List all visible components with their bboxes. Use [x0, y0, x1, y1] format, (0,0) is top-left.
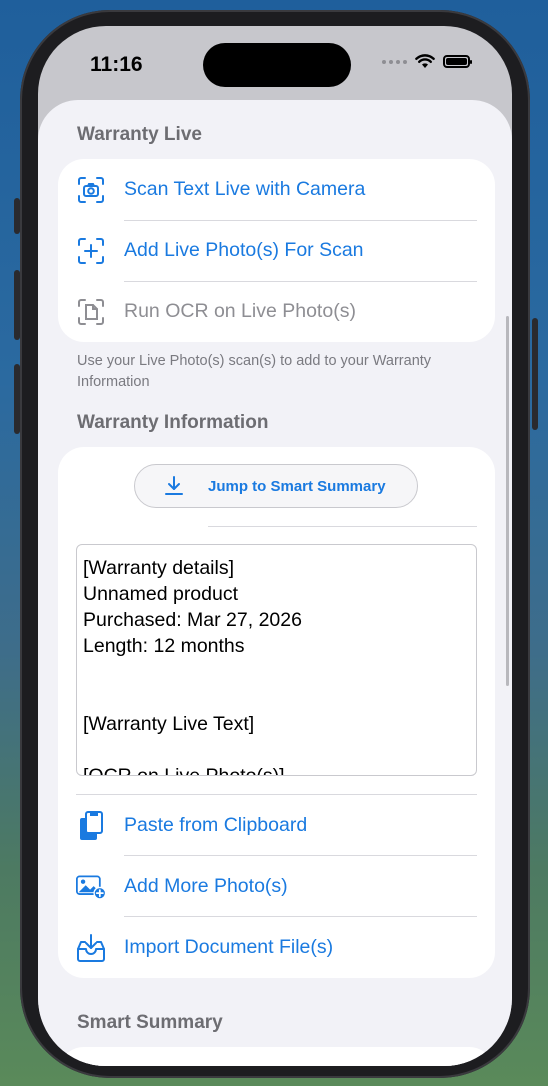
wifi-icon [415, 54, 435, 68]
run-ocr-button[interactable]: Run OCR on Live Photo(s) [58, 281, 495, 342]
screen: 11:16 Warranty Live Scan Text Live with … [38, 26, 512, 1066]
scan-text-live-label: Scan Text Live with Camera [124, 178, 366, 200]
jump-to-smart-summary-button[interactable]: Jump to Smart Summary [134, 464, 418, 508]
cellular-signal-icon [382, 59, 407, 64]
paste-from-clipboard-button[interactable]: Paste from Clipboard [58, 795, 495, 856]
section-header-warranty-live: Warranty Live [77, 124, 202, 145]
import-document-button[interactable]: Import Document File(s) [58, 917, 495, 978]
add-live-photo-button[interactable]: Add Live Photo(s) For Scan [58, 220, 495, 281]
volume-down-button [14, 364, 20, 434]
add-live-photo-label: Add Live Photo(s) For Scan [124, 239, 364, 261]
power-button [532, 318, 538, 430]
dynamic-island [203, 43, 351, 87]
clipboard-icon [76, 810, 106, 841]
import-document-label: Import Document File(s) [124, 936, 334, 958]
scrollbar[interactable] [506, 316, 509, 686]
warranty-live-footer: Use your Live Photo(s) scan(s) to add to… [77, 353, 432, 390]
warranty-text-editor[interactable]: [Warranty details] Unnamed product Purch… [76, 544, 477, 776]
warranty-information-card: Jump to Smart Summary [Warranty details]… [58, 447, 495, 978]
run-ocr-label: Run OCR on Live Photo(s) [124, 300, 356, 322]
volume-up-button [14, 270, 20, 340]
smart-summary-card [58, 1047, 495, 1066]
add-photo-icon [76, 872, 106, 902]
status-icons [382, 54, 472, 69]
camera-scan-icon [76, 175, 106, 205]
scan-text-live-button[interactable]: Scan Text Live with Camera [58, 159, 495, 220]
add-more-photos-label: Add More Photo(s) [124, 875, 288, 897]
form-sheet[interactable]: Warranty Live Scan Text Live with Camera [38, 100, 512, 1066]
add-more-photos-button[interactable]: Add More Photo(s) [58, 856, 495, 917]
status-time: 11:16 [90, 53, 143, 76]
paste-from-clipboard-label: Paste from Clipboard [124, 814, 308, 836]
action-button [14, 198, 20, 234]
section-header-smart-summary: Smart Summary [77, 1012, 223, 1033]
section-header-warranty-information: Warranty Information [77, 412, 269, 433]
document-scan-icon [76, 297, 106, 327]
import-tray-icon [76, 933, 106, 963]
divider [208, 526, 477, 527]
battery-icon [443, 55, 472, 68]
download-arrow-icon [163, 475, 185, 502]
warranty-live-card: Scan Text Live with Camera Add Live Phot… [58, 159, 495, 342]
jump-to-smart-summary-label: Jump to Smart Summary [208, 477, 386, 495]
add-scan-icon [76, 236, 106, 266]
